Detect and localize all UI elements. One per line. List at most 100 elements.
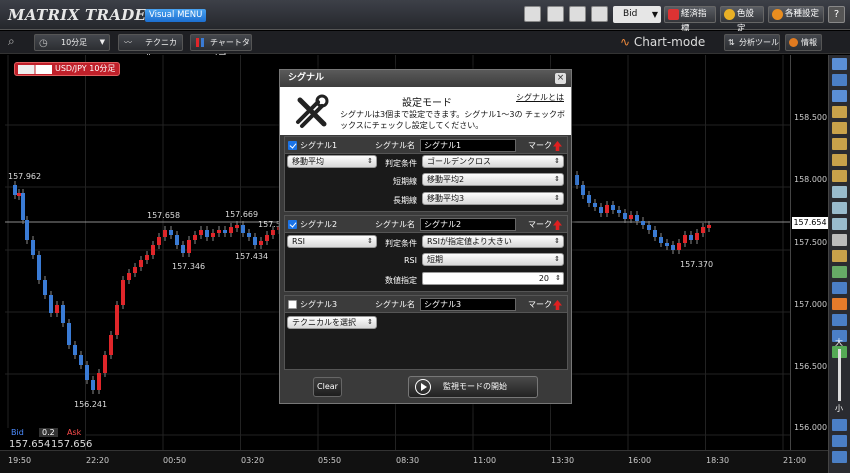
arrow-up-icon[interactable] bbox=[553, 300, 562, 310]
value-stepper[interactable]: 20 ⇕ bbox=[422, 272, 564, 285]
candle bbox=[671, 245, 675, 250]
candle bbox=[13, 185, 17, 195]
arrow-up-icon[interactable] bbox=[553, 141, 562, 151]
technical-select[interactable]: 移動平均 ⇕ bbox=[287, 155, 377, 168]
hline-tool-icon[interactable] bbox=[832, 154, 847, 166]
pulse-icon: ∿ bbox=[620, 35, 634, 49]
candle bbox=[611, 205, 615, 210]
candle bbox=[175, 235, 179, 245]
short-line-select[interactable]: 移動平均2 ⇕ bbox=[422, 173, 564, 186]
x-tick: 22:20 bbox=[86, 456, 110, 465]
updown-icon: ⇕ bbox=[554, 157, 560, 165]
long-line-select[interactable]: 移動平均3 ⇕ bbox=[422, 192, 564, 205]
settings-button[interactable]: 各種設定 bbox=[768, 6, 824, 23]
candle bbox=[97, 373, 101, 390]
signal-name-input[interactable]: シグナル3 bbox=[420, 298, 516, 311]
cursor-tool-icon[interactable] bbox=[832, 58, 847, 70]
measure-tool-icon[interactable] bbox=[832, 282, 847, 294]
comment-tool-icon[interactable] bbox=[832, 74, 847, 86]
line-tool-icon[interactable] bbox=[832, 106, 847, 118]
help-button[interactable]: ? bbox=[828, 6, 845, 23]
import-icon[interactable] bbox=[547, 6, 564, 22]
select-value: 移動平均3 bbox=[427, 194, 465, 203]
condition-select[interactable]: ゴールデンクロス ⇕ bbox=[422, 155, 564, 168]
economic-indicators-button[interactable]: 経済指標 bbox=[664, 6, 716, 34]
fibonacci-tool-icon[interactable] bbox=[832, 202, 847, 214]
vline-tool-icon[interactable] bbox=[832, 170, 847, 182]
chat-tool-icon[interactable] bbox=[832, 90, 847, 102]
channel-tool-icon[interactable] bbox=[832, 138, 847, 150]
signal-header: シグナル3 シグナル名 シグナル3 マーク bbox=[285, 296, 567, 313]
signal-help-link[interactable]: シグナルとは bbox=[516, 92, 564, 103]
export-icon[interactable] bbox=[524, 6, 541, 22]
candle bbox=[623, 213, 627, 219]
updown-icon: ⇕ bbox=[554, 237, 560, 245]
chevron-down-icon: ▼ bbox=[651, 10, 658, 19]
timeframe-select[interactable]: ◷ 10分足 ▼ bbox=[34, 34, 110, 51]
field-label: 数値指定 bbox=[385, 276, 417, 285]
settings-label: 各種設定 bbox=[785, 9, 820, 19]
price-label: 157.346 bbox=[172, 262, 206, 271]
updown-icon: ⇕ bbox=[554, 175, 560, 183]
close-button[interactable]: × bbox=[555, 73, 566, 84]
signal-name-input[interactable]: シグナル2 bbox=[420, 218, 516, 231]
candle bbox=[683, 235, 687, 243]
price-type-value: Bid bbox=[623, 9, 638, 19]
scroll-end-icon[interactable] bbox=[832, 451, 847, 463]
signal-1-checkbox[interactable] bbox=[288, 141, 297, 150]
scroll-right-icon[interactable] bbox=[832, 435, 847, 447]
print-icon[interactable] bbox=[569, 6, 586, 22]
save-icon[interactable] bbox=[591, 6, 608, 22]
price-axis: 158.500 158.000 157.500 157.000 156.500 … bbox=[790, 55, 828, 450]
layer-tool-icon[interactable] bbox=[832, 314, 847, 326]
info-button[interactable]: 情報 bbox=[785, 34, 822, 51]
header-title: 設定モード bbox=[402, 98, 452, 109]
candle bbox=[659, 237, 663, 243]
rsi-period-select[interactable]: 短期 ⇕ bbox=[422, 253, 564, 266]
signal-name-input[interactable]: シグナル1 bbox=[420, 139, 516, 152]
technical-select[interactable]: テクニカルを選択 ⇕ bbox=[287, 316, 377, 329]
price-type-select[interactable]: Bid ▼ bbox=[613, 6, 661, 23]
gann-tool-icon[interactable] bbox=[832, 218, 847, 230]
candle bbox=[229, 227, 233, 233]
candle bbox=[247, 233, 251, 237]
signal-block-1: シグナル1 シグナル名 シグナル1 マーク 移動平均 ⇕ 判定条件 ゴールデンクロ… bbox=[284, 136, 568, 212]
color-settings-button[interactable]: 色設定 bbox=[720, 6, 764, 34]
technical-select[interactable]: RSI ⇕ bbox=[287, 235, 377, 248]
trendline-tool-icon[interactable] bbox=[832, 122, 847, 134]
candle bbox=[199, 230, 203, 235]
bid-ask-panel: Bid 0.2 Ask 157.654 157.656 bbox=[5, 428, 92, 450]
line-chart-icon: 〰 bbox=[124, 38, 132, 47]
y-tick: 156.000 bbox=[794, 423, 828, 432]
text-tool-icon[interactable] bbox=[832, 234, 847, 246]
start-monitoring-button[interactable]: 監視モードの開始 bbox=[408, 376, 538, 398]
clear-button[interactable]: Clear bbox=[313, 377, 342, 397]
alert-tool-icon[interactable] bbox=[832, 298, 847, 310]
zoom-in-label: 大 bbox=[835, 338, 843, 347]
zoom-slider[interactable] bbox=[838, 349, 841, 401]
candle bbox=[223, 230, 227, 233]
ray-tool-icon[interactable] bbox=[832, 186, 847, 198]
price-label: 157.669 bbox=[225, 210, 259, 219]
analysis-tool-button[interactable]: ⇅ 分析ツール bbox=[724, 34, 780, 51]
candle bbox=[17, 193, 21, 196]
condition-select[interactable]: RSIが指定値より大きい ⇕ bbox=[422, 235, 564, 248]
signal-2-checkbox[interactable] bbox=[288, 220, 297, 229]
arrow-tool-icon[interactable] bbox=[832, 266, 847, 278]
signal-dialog: シグナル × 設定モード シグナルとは シグナルは3個まで設定できます。シグナル… bbox=[279, 69, 572, 404]
x-tick: 13:30 bbox=[551, 456, 575, 465]
visual-menu-button[interactable]: Visual MENU bbox=[145, 9, 207, 22]
scroll-left-icon[interactable] bbox=[832, 419, 847, 431]
arrow-up-icon[interactable] bbox=[553, 220, 562, 230]
chart-type-button[interactable]: チャートタイプ bbox=[190, 34, 252, 62]
x-tick: 11:00 bbox=[473, 456, 497, 465]
candle bbox=[43, 280, 47, 295]
ask-label: Ask bbox=[67, 428, 82, 437]
signal-3-checkbox[interactable] bbox=[288, 300, 297, 309]
mark-label: マーク bbox=[528, 300, 552, 309]
rect-tool-icon[interactable] bbox=[832, 250, 847, 262]
technical-button[interactable]: 〰テクニカル bbox=[118, 34, 183, 62]
x-tick: 18:30 bbox=[706, 456, 730, 465]
zoom-search-icon[interactable]: ⌕ bbox=[8, 34, 28, 51]
updown-icon[interactable]: ⇕ bbox=[555, 273, 561, 284]
